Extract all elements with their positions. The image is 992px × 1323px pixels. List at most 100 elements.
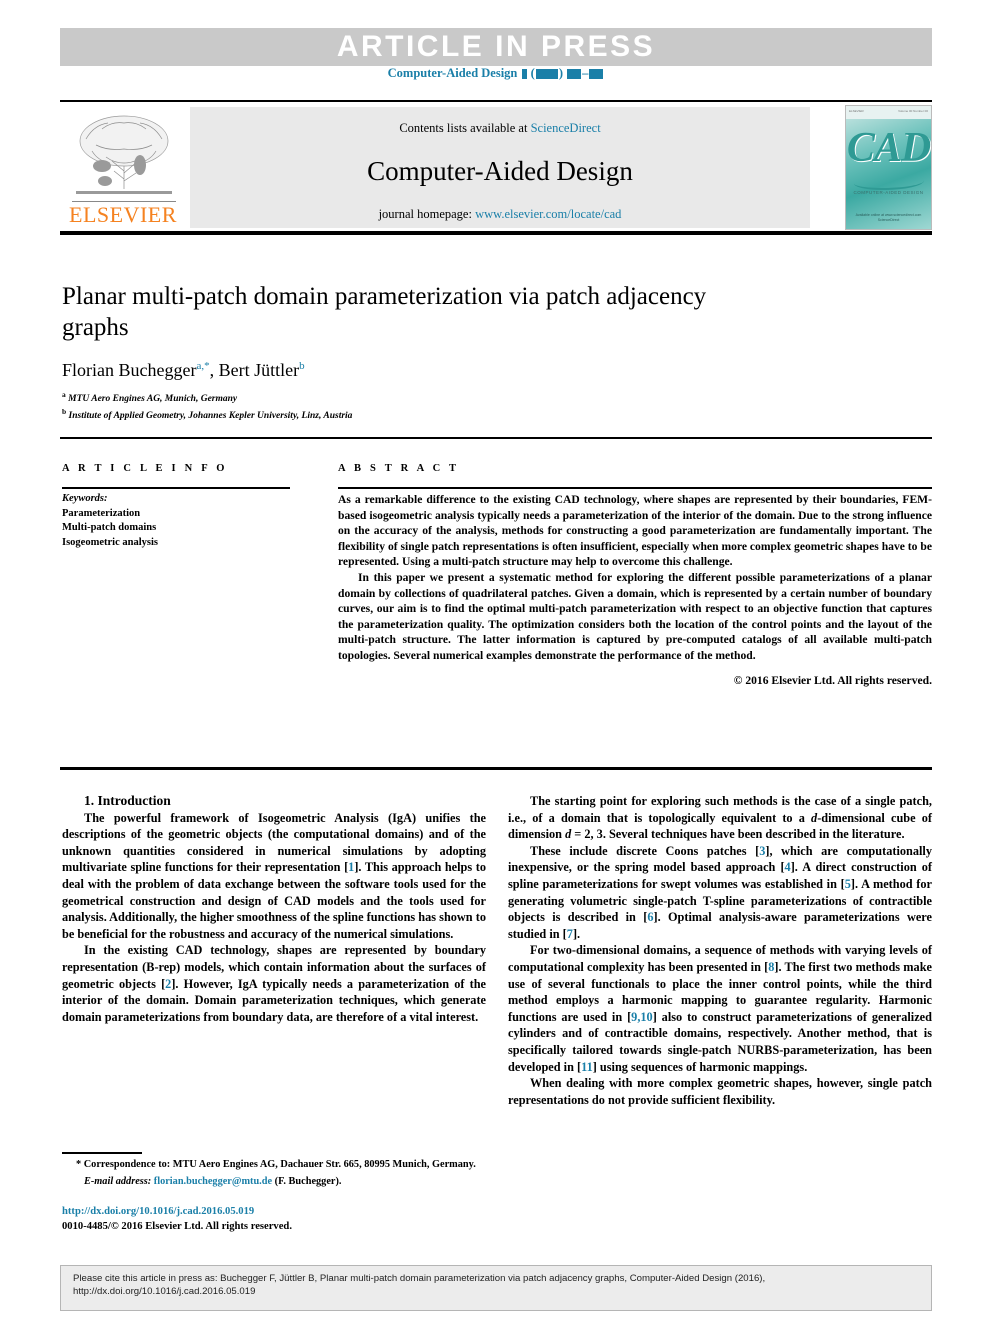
cite-line-2: http://dx.doi.org/10.1016/j.cad.2016.05.… xyxy=(73,1286,256,1297)
doi-block: http://dx.doi.org/10.1016/j.cad.2016.05.… xyxy=(62,1205,486,1234)
cite-text: Please cite this article in press as: Bu… xyxy=(73,1272,921,1298)
contents-available-prefix: Contents lists available at xyxy=(399,121,531,135)
page-title: Planar multi-patch domain parameterizati… xyxy=(62,283,707,341)
citation-ref: 7 xyxy=(566,926,573,941)
page-dash: – xyxy=(582,66,589,80)
citation-ref: 8 xyxy=(768,959,775,974)
footnote-rule xyxy=(62,1152,142,1154)
section-heading-introduction: 1. Introduction xyxy=(62,793,486,810)
sciencedirect-link[interactable]: ScienceDirect xyxy=(531,121,601,135)
article-in-press-label: ARTICLE IN PRESS xyxy=(336,30,656,63)
email-link[interactable]: florian.buchegger@mtu.de xyxy=(154,1176,272,1187)
correspondence-text: Correspondence to: MTU Aero Engines AG, … xyxy=(83,1159,476,1170)
author-marks-1[interactable]: a,* xyxy=(196,360,209,372)
paren-open: ( xyxy=(530,66,535,80)
article-info-rule xyxy=(62,487,290,489)
paren-close: ) xyxy=(558,66,563,80)
body-paragraph: In the existing CAD technology, shapes a… xyxy=(62,943,486,1024)
citation-ref: 4 xyxy=(784,860,791,875)
keyword-item: Parameterization xyxy=(62,507,141,519)
cite-line-1: Please cite this article in press as: Bu… xyxy=(73,1273,766,1284)
cover-top-left-label: ELSEVIER xyxy=(849,109,864,113)
article-page: ARTICLE IN PRESS Computer-Aided Design (… xyxy=(0,0,992,1323)
keywords-label: Keywords: xyxy=(62,493,108,504)
page-start-placeholder-box xyxy=(567,69,582,80)
article-in-press-band: ARTICLE IN PRESS xyxy=(60,28,932,66)
citation-ref: 11 xyxy=(581,1059,593,1074)
footnote-block: * Correspondence to: MTU Aero Engines AG… xyxy=(62,1158,486,1189)
masthead-bottom-rule xyxy=(60,231,932,235)
elsevier-wordmark: ELSEVIER xyxy=(69,202,177,227)
elsevier-logo: ELSEVIER xyxy=(64,107,182,228)
cover-bottom-label: Available online at www.sciencedirect.co… xyxy=(846,213,931,223)
elsevier-tree-icon xyxy=(72,111,176,199)
author-list: Florian Bucheggera,*, Bert Jüttlerb xyxy=(62,355,772,381)
affiliation-text-a: MTU Aero Engines AG, Munich, Germany xyxy=(68,394,238,405)
citation-ref: 5 xyxy=(844,876,851,891)
title-block-bottom-rule xyxy=(60,437,932,439)
abstract-heading: A B S T R A C T xyxy=(338,463,460,474)
section-number: 1. xyxy=(84,793,95,808)
email-label: E-mail address: xyxy=(84,1176,152,1188)
cover-cad-letters: CAD xyxy=(846,125,931,171)
author-name-1: Florian Buchegger xyxy=(62,360,197,380)
cite-this-article-box: Please cite this article in press as: Bu… xyxy=(60,1265,932,1311)
body-paragraph: When dealing with more complex geometric… xyxy=(508,1076,932,1107)
abstract-bottom-rule xyxy=(60,767,932,770)
abstract-body: As a remarkable difference to the existi… xyxy=(338,492,932,688)
affiliation-mark-a: a xyxy=(62,390,66,399)
masthead-center-panel: Contents lists available at ScienceDirec… xyxy=(190,107,810,228)
citation-ref: 9,10 xyxy=(631,1009,653,1024)
cover-swoosh-decoration xyxy=(854,174,924,190)
correspondence-note: * Correspondence to: MTU Aero Engines AG… xyxy=(62,1158,486,1172)
article-info-heading: A R T I C L E I N F O xyxy=(62,463,228,474)
affiliation-a: a MTU Aero Engines AG, Munich, Germany xyxy=(62,388,802,406)
email-owner: (F. Buchegger). xyxy=(274,1176,342,1188)
body-paragraph: For two-dimensional domains, a sequence … xyxy=(508,943,932,1074)
cover-bottom-line2: ScienceDirect xyxy=(877,218,900,222)
volume-placeholder-box xyxy=(521,69,527,80)
body-column-right: The starting point for exploring such me… xyxy=(508,793,932,1108)
abstract-paragraph: In this paper we present a systematic me… xyxy=(338,570,932,662)
year-placeholder-box xyxy=(535,69,558,80)
journal-masthead: ELSEVIER Contents lists available at Sci… xyxy=(60,105,932,230)
citation-ref: 6 xyxy=(647,910,654,925)
abstract-copyright: © 2016 Elsevier Ltd. All rights reserved… xyxy=(733,673,932,687)
author-marks-2[interactable]: b xyxy=(299,360,305,372)
affiliation-b: b Institute of Applied Geometry, Johanne… xyxy=(62,405,802,423)
citation-ref: 3 xyxy=(759,843,766,858)
masthead-top-rule xyxy=(60,100,932,102)
journal-title: Computer-Aided Design xyxy=(367,156,633,186)
page-end-placeholder-box xyxy=(589,69,604,80)
body-paragraph: The powerful framework of Isogeometric A… xyxy=(62,810,486,941)
author-separator: , xyxy=(209,360,219,380)
body-column-left: 1. Introduction The powerful framework o… xyxy=(62,793,486,1025)
affiliation-text-b: Institute of Applied Geometry, Johannes … xyxy=(68,411,353,422)
journal-cover-thumbnail: ELSEVIER Volume 00 Number 00 CAD COMPUTE… xyxy=(845,105,932,230)
citation-ref: 2 xyxy=(165,976,172,991)
body-paragraph: The starting point for exploring such me… xyxy=(508,794,932,842)
doi-link[interactable]: http://dx.doi.org/10.1016/j.cad.2016.05.… xyxy=(62,1206,254,1217)
cover-top-strip: ELSEVIER Volume 00 Number 00 xyxy=(846,106,931,119)
asterisk-marker: * xyxy=(76,1159,82,1170)
journal-reference-line: Computer-Aided Design () – xyxy=(60,66,932,81)
issn-copyright-line: 0010-4485/© 2016 Elsevier Ltd. All right… xyxy=(62,1220,292,1232)
journal-homepage-line: journal homepage: www.elsevier.com/locat… xyxy=(190,207,810,222)
abstract-rule xyxy=(338,487,932,489)
journal-reference-name: Computer-Aided Design xyxy=(387,66,518,80)
author-name-2: Bert Jüttler xyxy=(218,360,300,380)
cover-subtitle: COMPUTER-AIDED DESIGN xyxy=(853,190,924,195)
journal-homepage-link[interactable]: www.elsevier.com/locate/cad xyxy=(475,207,621,221)
citation-ref: 1 xyxy=(348,860,355,875)
keywords-block: Keywords: Parameterization Multi-patch d… xyxy=(62,492,302,550)
affiliation-mark-b: b xyxy=(62,407,67,416)
email-note: E-mail address: florian.buchegger@mtu.de… xyxy=(62,1175,486,1189)
section-title: Introduction xyxy=(97,793,171,808)
keyword-item: Multi-patch domains xyxy=(62,522,157,533)
contents-available-line: Contents lists available at ScienceDirec… xyxy=(190,121,810,136)
abstract-paragraph: As a remarkable difference to the existi… xyxy=(338,493,932,569)
journal-homepage-prefix: journal homepage: xyxy=(378,207,476,221)
body-paragraph: These include discrete Coons patches [3]… xyxy=(508,843,932,941)
cover-top-right-label: Volume 00 Number 00 xyxy=(898,109,928,113)
keyword-item: Isogeometric analysis xyxy=(62,536,158,548)
